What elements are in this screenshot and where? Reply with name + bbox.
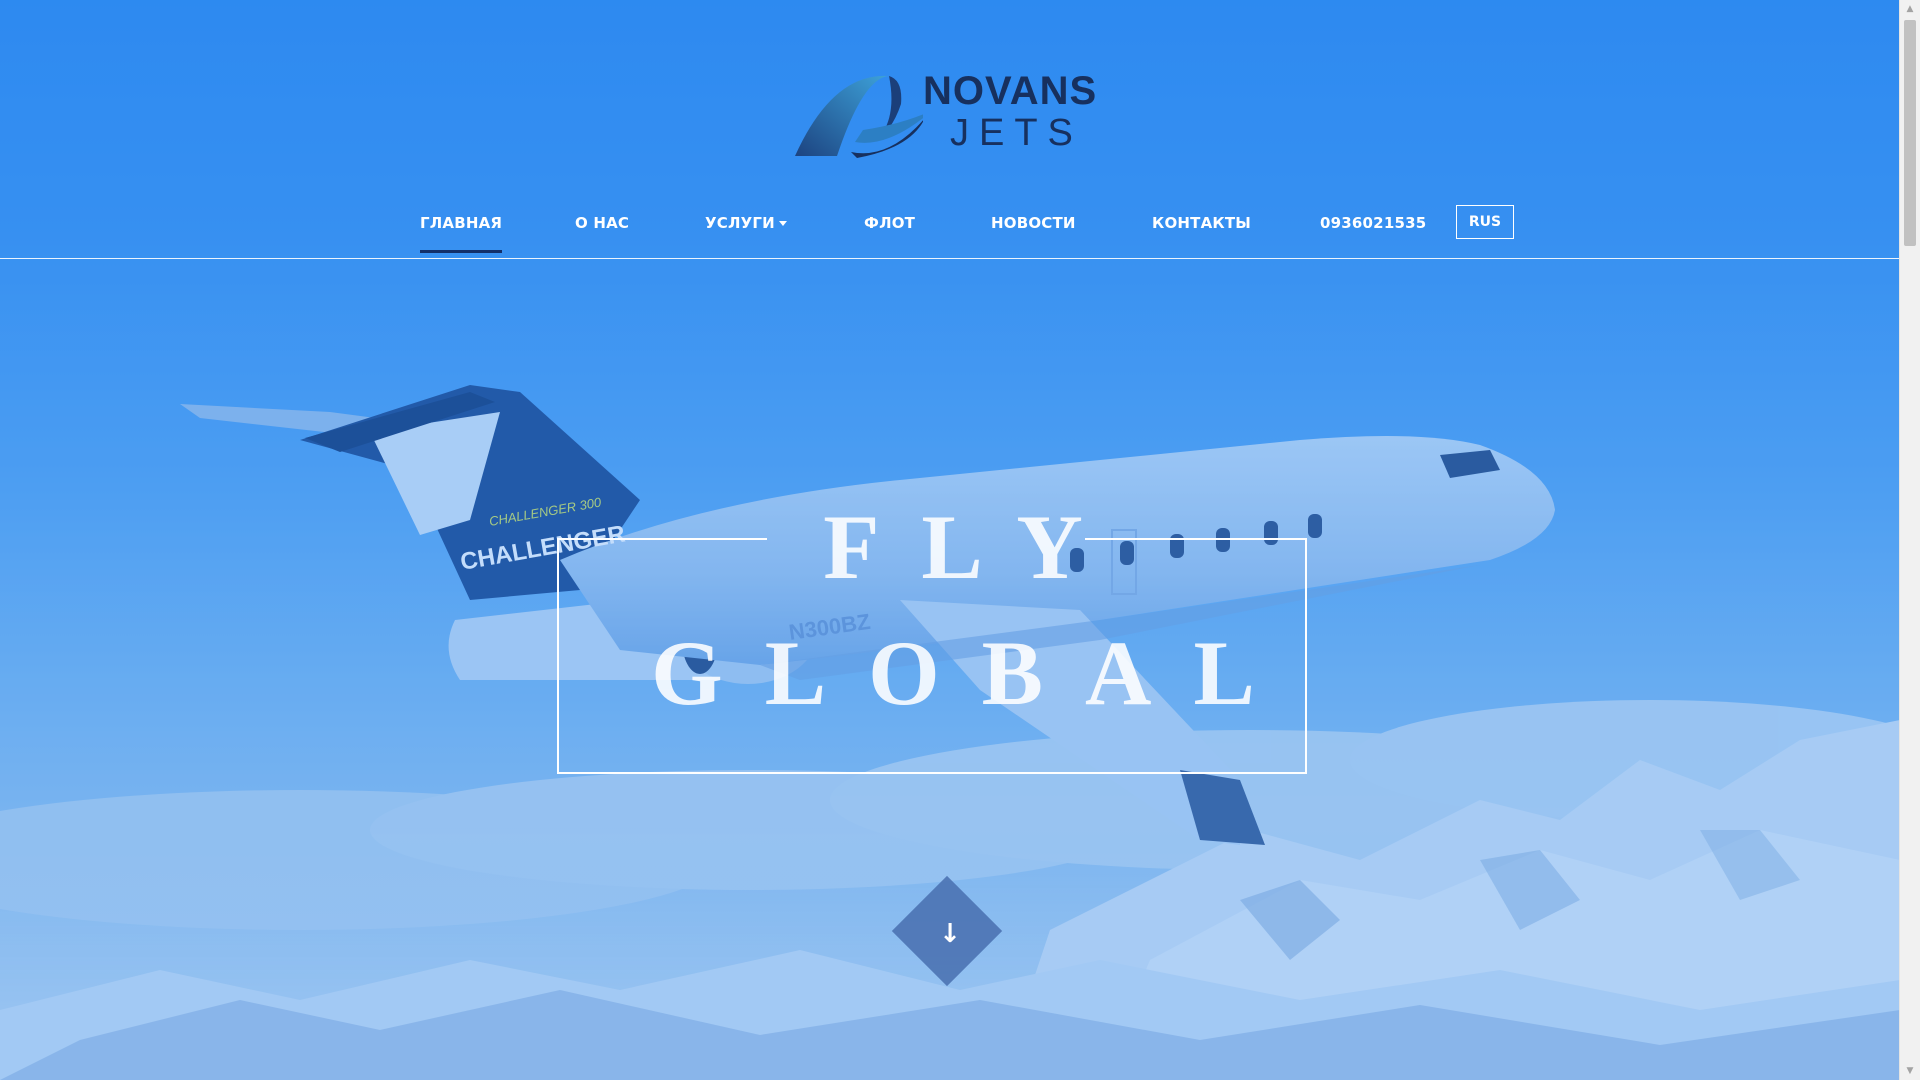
scroll-down-arrow-icon[interactable]: ▼ [1900,1062,1920,1080]
arrow-down-icon: ↓ [939,919,961,949]
language-button[interactable]: RUS [1456,205,1514,239]
logo-text-secondary: JETS [950,112,1083,154]
page: CHALLENGER CHALLENGER 300 N300BZ NOVANS … [0,0,1920,1080]
nav-item-services[interactable]: УСЛУГИ [705,214,787,232]
hero-title-line1: FLY [823,496,1125,598]
logo-wave-icon [795,75,923,158]
nav-divider [0,258,1900,259]
nav-item-phone[interactable]: 0936021535 [1320,214,1426,232]
nav-item-about[interactable]: О НАС [575,214,629,232]
scrollbar-thumb[interactable] [1904,20,1916,246]
nav-item-fleet[interactable]: ФЛОТ [864,214,915,232]
nav-item-services-label: УСЛУГИ [705,214,775,232]
nav-item-news[interactable]: НОВОСТИ [991,214,1076,232]
nav-item-home[interactable]: ГЛАВНАЯ [420,214,503,253]
scroll-up-arrow-icon[interactable]: ▲ [1900,0,1920,18]
page-scrollbar[interactable]: ▲ ▼ [1899,0,1920,1080]
main-nav: ГЛАВНАЯ О НАС УСЛУГИ ФЛОТ НОВОСТИ КОНТАК… [0,198,1900,260]
caret-down-icon [778,221,787,226]
brand-logo[interactable]: NOVANS JETS [793,68,1113,160]
logo-text-primary: NOVANS [923,69,1098,113]
nav-item-contacts[interactable]: КОНТАКТЫ [1152,214,1251,232]
hero-title-line2: GLOBAL [651,622,1297,724]
